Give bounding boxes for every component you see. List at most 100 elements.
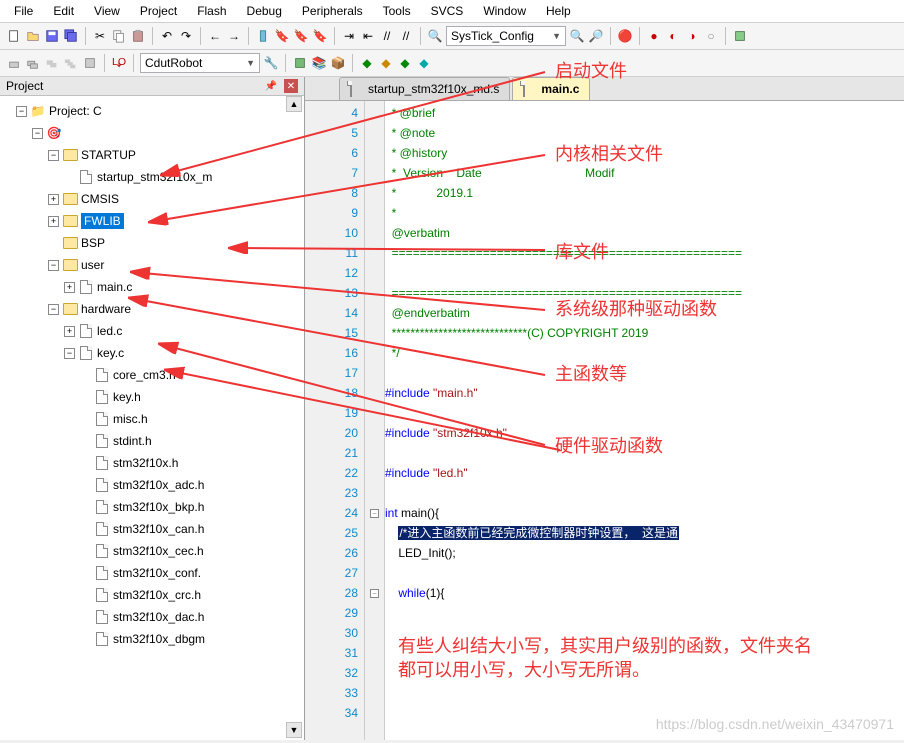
find-next-icon[interactable]: 🔍 — [569, 28, 585, 44]
nav-back-icon[interactable]: ← — [207, 28, 223, 44]
copy-icon[interactable] — [111, 28, 127, 44]
new-file-icon[interactable] — [6, 28, 22, 44]
breakpoint4-icon[interactable]: ○ — [703, 28, 719, 44]
tab-label: main.c — [541, 82, 579, 96]
manage-project-icon[interactable] — [292, 55, 308, 71]
menu-item[interactable]: Edit — [45, 2, 82, 20]
menu-item[interactable]: SVCS — [423, 2, 472, 20]
tree-item[interactable]: stm32f10x.h — [0, 452, 304, 474]
batch-build-icon[interactable] — [63, 55, 79, 71]
build-target-icon[interactable] — [25, 55, 41, 71]
menu-item[interactable]: Tools — [375, 2, 419, 20]
bookmark-prev-icon[interactable]: 🔖 — [274, 28, 290, 44]
menu-item[interactable]: File — [6, 2, 41, 20]
tree-item[interactable]: core_cm3.h — [0, 364, 304, 386]
tree-item[interactable]: −STARTUP — [0, 144, 304, 166]
menu-item[interactable]: Project — [132, 2, 185, 20]
breakpoint3-icon[interactable]: ◑ — [684, 28, 700, 44]
scroll-down-icon[interactable]: ▼ — [286, 722, 302, 738]
build-icon[interactable] — [6, 55, 22, 71]
code-text[interactable]: * @brief * @note * @history * Version Da… — [385, 101, 904, 740]
find-combo[interactable]: SysTick_Config▼ — [446, 26, 566, 46]
tree-item[interactable]: stm32f10x_bkp.h — [0, 496, 304, 518]
manage-icon[interactable]: ◆ — [397, 55, 413, 71]
breakpoint2-icon[interactable]: ◐ — [665, 28, 681, 44]
paste-icon[interactable] — [130, 28, 146, 44]
comment-icon[interactable]: // — [379, 28, 395, 44]
menu-item[interactable]: Peripherals — [294, 2, 371, 20]
close-panel-icon[interactable]: ✕ — [284, 79, 298, 93]
tab-label: startup_stm32f10x_md.s — [368, 82, 499, 96]
tree-item[interactable]: stm32f10x_conf. — [0, 562, 304, 584]
tree-item[interactable]: −user — [0, 254, 304, 276]
editor-tab[interactable]: startup_stm32f10x_md.s — [339, 77, 510, 100]
tree-item[interactable]: key.h — [0, 386, 304, 408]
nav-fwd-icon[interactable]: → — [226, 28, 242, 44]
redo-icon[interactable]: ↷ — [178, 28, 194, 44]
tree-item[interactable]: +led.c — [0, 320, 304, 342]
menu-item[interactable]: View — [86, 2, 128, 20]
rebuild-icon[interactable] — [44, 55, 60, 71]
download-icon[interactable]: LOAD — [111, 55, 127, 71]
debug-icon[interactable]: 🔴 — [617, 28, 633, 44]
file-icon — [350, 82, 364, 96]
tree-item[interactable]: −🎯 — [0, 122, 304, 144]
pack-installer-icon[interactable]: ◆ — [359, 55, 375, 71]
bookmark-next-icon[interactable]: 🔖 — [293, 28, 309, 44]
tree-item[interactable]: −key.c — [0, 342, 304, 364]
target-options-icon[interactable]: 🔧 — [263, 55, 279, 71]
tree-item[interactable]: stdint.h — [0, 430, 304, 452]
menu-item[interactable]: Debug — [239, 2, 290, 20]
save-all-icon[interactable] — [63, 28, 79, 44]
scroll-up-icon[interactable]: ▲ — [286, 96, 302, 112]
menu-bar: File Edit View Project Flash Debug Perip… — [0, 0, 904, 23]
main-toolbar: ✂ ↶ ↷ ← → 🔖 🔖 🔖 ⇥ ⇤ // // 🔍 SysTick_Conf… — [0, 23, 904, 50]
tree-item[interactable]: −📁Project: C — [0, 100, 304, 122]
open-file-icon[interactable] — [25, 28, 41, 44]
line-number-gutter: 4567891011121314151617181920212223242526… — [305, 101, 365, 740]
find-files-icon[interactable]: 🔎 — [588, 28, 604, 44]
tree-item[interactable]: +main.c — [0, 276, 304, 298]
select-pack-icon[interactable]: ◆ — [416, 55, 432, 71]
code-editor: startup_stm32f10x_md.s main.c 4567891011… — [305, 77, 904, 740]
editor-tabbar: startup_stm32f10x_md.s main.c — [305, 77, 904, 101]
tree-item[interactable]: misc.h — [0, 408, 304, 430]
project-panel: Project 📌 ✕ −📁Project: C−🎯−STARTUP start… — [0, 77, 305, 740]
target-select[interactable]: CdutRobot▼ — [140, 53, 260, 73]
config-icon[interactable] — [732, 28, 748, 44]
save-icon[interactable] — [44, 28, 60, 44]
uncomment-icon[interactable]: // — [398, 28, 414, 44]
build-toolbar: LOAD CdutRobot▼ 🔧 📚 📦 ◆ ◆ ◆ ◆ — [0, 50, 904, 77]
project-tree[interactable]: −📁Project: C−🎯−STARTUP startup_stm32f10x… — [0, 96, 304, 654]
tree-item[interactable]: BSP — [0, 232, 304, 254]
tree-item[interactable]: +CMSIS — [0, 188, 304, 210]
cut-icon[interactable]: ✂ — [92, 28, 108, 44]
tree-item[interactable]: −hardware — [0, 298, 304, 320]
undo-icon[interactable]: ↶ — [159, 28, 175, 44]
breakpoint-icon[interactable]: ● — [646, 28, 662, 44]
manage-rtc-icon[interactable]: 📦 — [330, 55, 346, 71]
tree-item[interactable]: stm32f10x_can.h — [0, 518, 304, 540]
bookmark-icon[interactable] — [255, 28, 271, 44]
indent-icon[interactable]: ⇥ — [341, 28, 357, 44]
fold-column[interactable]: −− — [365, 101, 385, 740]
file-icon — [523, 82, 537, 96]
menu-item[interactable]: Flash — [189, 2, 234, 20]
options-icon[interactable]: ◆ — [378, 55, 394, 71]
tree-item[interactable]: startup_stm32f10x_m — [0, 166, 304, 188]
bookmark-clear-icon[interactable]: 🔖 — [312, 28, 328, 44]
menu-item[interactable]: Help — [538, 2, 579, 20]
menu-item[interactable]: Window — [475, 2, 534, 20]
tree-item[interactable]: stm32f10x_adc.h — [0, 474, 304, 496]
tree-item[interactable]: stm32f10x_dbgm — [0, 628, 304, 650]
tree-item[interactable]: stm32f10x_crc.h — [0, 584, 304, 606]
manage-books-icon[interactable]: 📚 — [311, 55, 327, 71]
tree-item[interactable]: stm32f10x_dac.h — [0, 606, 304, 628]
stop-build-icon[interactable] — [82, 55, 98, 71]
editor-tab[interactable]: main.c — [512, 77, 590, 100]
tree-item[interactable]: +FWLIB — [0, 210, 304, 232]
pin-icon[interactable]: 📌 — [264, 79, 278, 93]
tree-item[interactable]: stm32f10x_cec.h — [0, 540, 304, 562]
find-icon[interactable]: 🔍 — [427, 28, 443, 44]
outdent-icon[interactable]: ⇤ — [360, 28, 376, 44]
